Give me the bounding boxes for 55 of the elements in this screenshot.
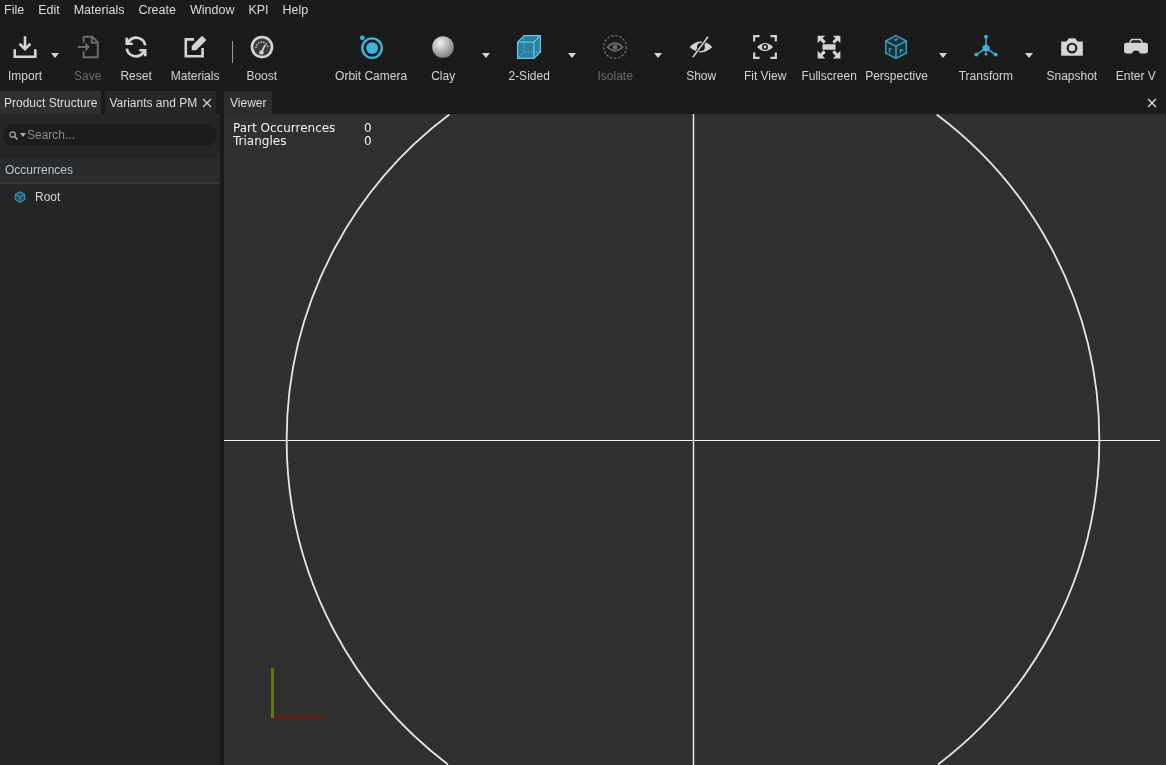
toolbar-button[interactable]: Transform: [953, 20, 1018, 83]
panel-tab[interactable]: Product Structure: [0, 91, 102, 114]
search-icon: [9, 130, 18, 140]
viewer-tab[interactable]: Viewer: [224, 91, 273, 114]
toolbar-button[interactable]: Boost: [240, 20, 284, 83]
axes-icon: [271, 668, 323, 719]
ring-icon: [358, 34, 385, 60]
stat-value: 0: [364, 122, 372, 135]
caret-down-icon[interactable]: [51, 53, 59, 58]
toolbar-button[interactable]: Clay: [411, 20, 476, 83]
toolbar-button[interactable]: 2-Sided: [497, 20, 562, 83]
menu-item[interactable]: Edit: [31, 0, 67, 20]
caret-down-icon[interactable]: [568, 53, 577, 58]
caret-down-icon[interactable]: [1024, 53, 1033, 58]
cube-icon: [14, 191, 26, 203]
toolbar-button[interactable]: Materials: [164, 20, 226, 83]
close-icon[interactable]: [202, 97, 213, 108]
column-header: Occurrences: [0, 158, 220, 184]
tree-item[interactable]: Root: [0, 185, 220, 209]
toolbar-button[interactable]: Import: [2, 20, 48, 83]
caret-down-icon[interactable]: [482, 53, 491, 58]
stat-value: 0: [364, 135, 372, 148]
menu-item[interactable]: Window: [182, 0, 242, 20]
menu-item[interactable]: File: [0, 0, 32, 20]
3d-viewport[interactable]: Part Occurrences 0 Triangles 0: [224, 114, 1166, 765]
refresh-icon: [123, 34, 150, 60]
edit-icon: [182, 34, 209, 60]
menu-item[interactable]: KPI: [241, 0, 276, 20]
menu-item[interactable]: Help: [275, 0, 316, 20]
gauge-icon: [248, 34, 275, 60]
search-field[interactable]: Search...: [3, 124, 217, 146]
toolbar-button[interactable]: Reset: [114, 20, 158, 83]
toolbar-button[interactable]: Fullscreen: [797, 20, 862, 83]
eye-frame-icon: [752, 34, 779, 60]
caret-down-icon[interactable]: [20, 133, 26, 137]
cube-icon: [883, 34, 910, 60]
toolbar-button[interactable]: Perspective: [861, 20, 932, 83]
expand-icon: [816, 34, 843, 60]
toolbar-button[interactable]: Enter V: [1103, 20, 1166, 83]
toolbar-button[interactable]: Show: [669, 20, 734, 83]
menu-item[interactable]: Create: [131, 0, 183, 20]
sphere-icon: [430, 34, 457, 60]
download-icon: [12, 34, 38, 60]
close-icon[interactable]: [1147, 97, 1157, 108]
toolbar-button[interactable]: Fit View: [733, 20, 798, 83]
menu-item[interactable]: Materials: [66, 0, 132, 20]
stat-label: Triangles: [233, 135, 288, 148]
toolbar-button[interactable]: Orbit Camera: [331, 20, 412, 83]
caret-down-icon[interactable]: [938, 53, 947, 58]
panel-tab[interactable]: Variants and PM: [105, 91, 217, 114]
eye-slash-icon: [688, 34, 715, 60]
cube-icon: [516, 34, 543, 60]
stat-label: Part Occurrences: [233, 122, 337, 135]
dashed-eye-icon: [602, 34, 629, 60]
toolbar-button[interactable]: Snapshot: [1039, 20, 1104, 83]
